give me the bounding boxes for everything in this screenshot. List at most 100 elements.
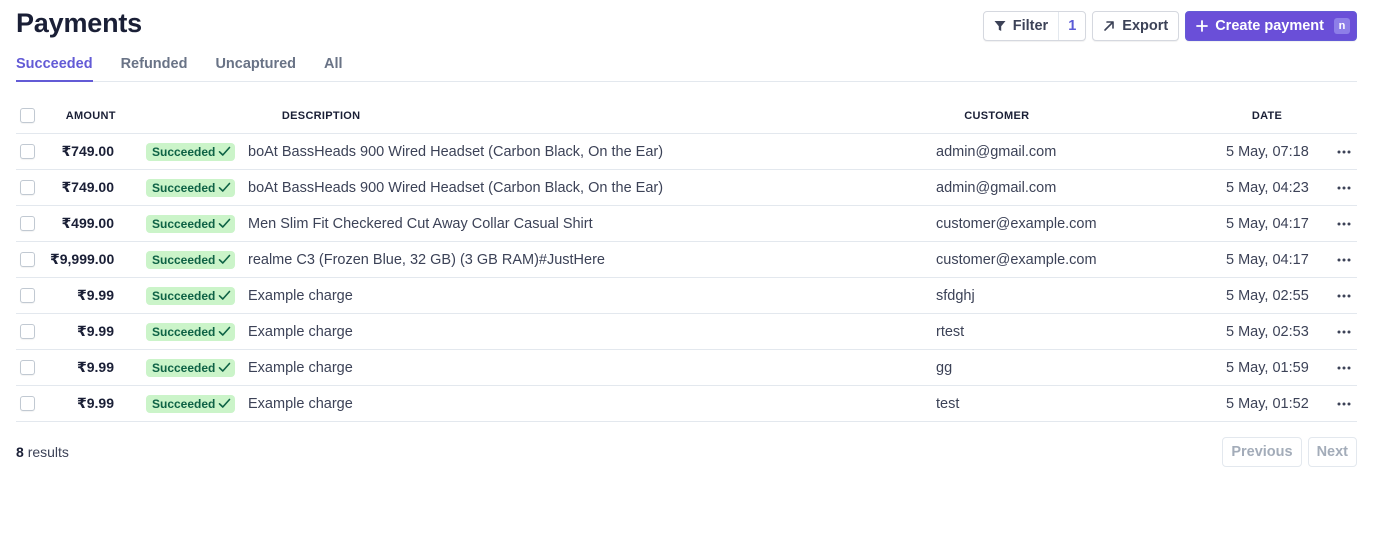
checkmark-icon xyxy=(219,290,231,300)
row-amount: ₹9,999.00 xyxy=(50,250,115,267)
row-customer: admin@gmail.com xyxy=(936,179,1057,196)
row-customer: admin@gmail.com xyxy=(936,143,1057,160)
filter-button[interactable]: Filter 1 xyxy=(982,11,1087,41)
checkmark-icon xyxy=(219,326,231,336)
previous-page-button[interactable]: Previous xyxy=(1222,437,1302,467)
column-header-description: DESCRIPTION xyxy=(281,109,361,122)
checkmark-icon xyxy=(219,218,231,228)
row-description: boAt BassHeads 900 Wired Headset (Carbon… xyxy=(248,143,664,160)
row-amount: ₹9.99 xyxy=(77,322,114,339)
tab-succeeded[interactable]: Succeeded xyxy=(16,51,93,82)
row-description: Example charge xyxy=(248,323,353,340)
status-label: Succeeded xyxy=(152,216,216,231)
more-horizontal-icon[interactable] xyxy=(1337,150,1351,154)
table-row[interactable]: ₹9.99 Succeeded Example charge test 5 Ma… xyxy=(16,386,1357,422)
row-description: Example charge xyxy=(248,287,353,304)
results-label: results xyxy=(27,444,69,460)
row-description: Men Slim Fit Checkered Cut Away Collar C… xyxy=(248,215,593,232)
table-row[interactable]: ₹9,999.00 Succeeded realme C3 (Frozen Bl… xyxy=(16,242,1357,278)
more-horizontal-icon[interactable] xyxy=(1337,258,1351,262)
status-badge: Succeeded xyxy=(146,214,236,233)
status-label: Succeeded xyxy=(152,360,216,375)
plus-icon xyxy=(1196,20,1209,32)
status-badge: Succeeded xyxy=(146,358,236,377)
table-row[interactable]: ₹9.99 Succeeded Example charge rtest 5 M… xyxy=(16,314,1357,350)
row-date: 5 May, 04:17 xyxy=(1226,215,1309,232)
row-date: 5 May, 02:53 xyxy=(1226,323,1309,340)
row-checkbox[interactable] xyxy=(20,324,35,339)
row-date: 5 May, 04:17 xyxy=(1226,251,1309,268)
column-header-customer: CUSTOMER xyxy=(964,109,1030,122)
row-date: 5 May, 04:23 xyxy=(1226,179,1309,196)
row-amount: ₹749.00 xyxy=(61,142,114,159)
more-horizontal-icon[interactable] xyxy=(1337,186,1351,190)
row-checkbox[interactable] xyxy=(20,360,35,375)
create-payment-label: Create payment xyxy=(1215,18,1324,34)
status-label: Succeeded xyxy=(152,180,216,195)
payments-page: Payments Filter 1 Export Create payment … xyxy=(0,0,1394,537)
table-row[interactable]: ₹749.00 Succeeded boAt BassHeads 900 Wir… xyxy=(16,134,1357,170)
row-checkbox[interactable] xyxy=(20,216,35,231)
payments-table: AMOUNT DESCRIPTION CUSTOMER DATE ₹749.00… xyxy=(16,98,1357,422)
column-header-date: DATE xyxy=(1251,109,1283,122)
tab-refunded[interactable]: Refunded xyxy=(121,51,188,82)
page-title: Payments xyxy=(16,8,142,38)
filter-icon xyxy=(994,20,1006,32)
row-amount: ₹9.99 xyxy=(77,394,114,411)
row-date: 5 May, 01:52 xyxy=(1226,395,1309,412)
status-label: Succeeded xyxy=(152,252,216,267)
status-badge: Succeeded xyxy=(146,394,236,413)
row-description: Example charge xyxy=(248,359,353,376)
table-row[interactable]: ₹499.00 Succeeded Men Slim Fit Checkered… xyxy=(16,206,1357,242)
checkmark-icon xyxy=(219,254,231,264)
more-horizontal-icon[interactable] xyxy=(1337,366,1351,370)
next-page-button[interactable]: Next xyxy=(1307,437,1357,467)
more-horizontal-icon[interactable] xyxy=(1337,294,1351,298)
more-horizontal-icon[interactable] xyxy=(1337,330,1351,334)
status-badge: Succeeded xyxy=(146,178,236,197)
row-description: Example charge xyxy=(248,395,353,412)
more-horizontal-icon[interactable] xyxy=(1337,222,1351,226)
arrow-up-right-icon xyxy=(1103,20,1115,32)
row-checkbox[interactable] xyxy=(20,144,35,159)
tab-uncaptured[interactable]: Uncaptured xyxy=(215,51,296,82)
row-date: 5 May, 01:59 xyxy=(1226,359,1309,376)
filter-label: Filter xyxy=(1012,18,1049,34)
table-row[interactable]: ₹749.00 Succeeded boAt BassHeads 900 Wir… xyxy=(16,170,1357,206)
row-customer: test xyxy=(936,395,960,412)
status-tabs: Succeeded Refunded Uncaptured All xyxy=(16,51,1357,82)
status-label: Succeeded xyxy=(152,396,216,411)
status-badge: Succeeded xyxy=(146,286,236,305)
results-count: 8 results xyxy=(16,444,69,460)
table-footer: 8 results Previous Next xyxy=(16,437,1357,467)
row-amount: ₹9.99 xyxy=(77,358,114,375)
status-badge: Succeeded xyxy=(146,322,236,341)
row-checkbox[interactable] xyxy=(20,396,35,411)
select-all-checkbox[interactable] xyxy=(20,108,35,123)
header-actions: Filter 1 Export Create payment n xyxy=(982,11,1357,41)
row-amount: ₹749.00 xyxy=(61,178,114,195)
row-date: 5 May, 02:55 xyxy=(1226,287,1309,304)
row-customer: gg xyxy=(936,359,953,376)
row-checkbox[interactable] xyxy=(20,252,35,267)
row-amount: ₹499.00 xyxy=(61,214,114,231)
more-horizontal-icon[interactable] xyxy=(1337,402,1351,406)
status-badge: Succeeded xyxy=(146,250,236,269)
row-customer: rtest xyxy=(936,323,965,340)
row-date: 5 May, 07:18 xyxy=(1226,143,1309,160)
table-row[interactable]: ₹9.99 Succeeded Example charge sfdghj 5 … xyxy=(16,278,1357,314)
results-number: 8 xyxy=(16,444,24,460)
keyboard-shortcut-badge: n xyxy=(1334,18,1350,34)
row-customer: sfdghj xyxy=(936,287,975,304)
column-header-amount: AMOUNT xyxy=(65,109,116,122)
filter-count-badge: 1 xyxy=(1058,12,1085,40)
tab-all[interactable]: All xyxy=(324,51,343,82)
pagination: Previous Next xyxy=(1222,437,1357,467)
row-checkbox[interactable] xyxy=(20,180,35,195)
create-payment-button[interactable]: Create payment n xyxy=(1185,11,1357,41)
table-row[interactable]: ₹9.99 Succeeded Example charge gg 5 May,… xyxy=(16,350,1357,386)
export-label: Export xyxy=(1122,18,1169,34)
row-checkbox[interactable] xyxy=(20,288,35,303)
export-button[interactable]: Export xyxy=(1092,11,1180,41)
status-label: Succeeded xyxy=(152,288,216,303)
